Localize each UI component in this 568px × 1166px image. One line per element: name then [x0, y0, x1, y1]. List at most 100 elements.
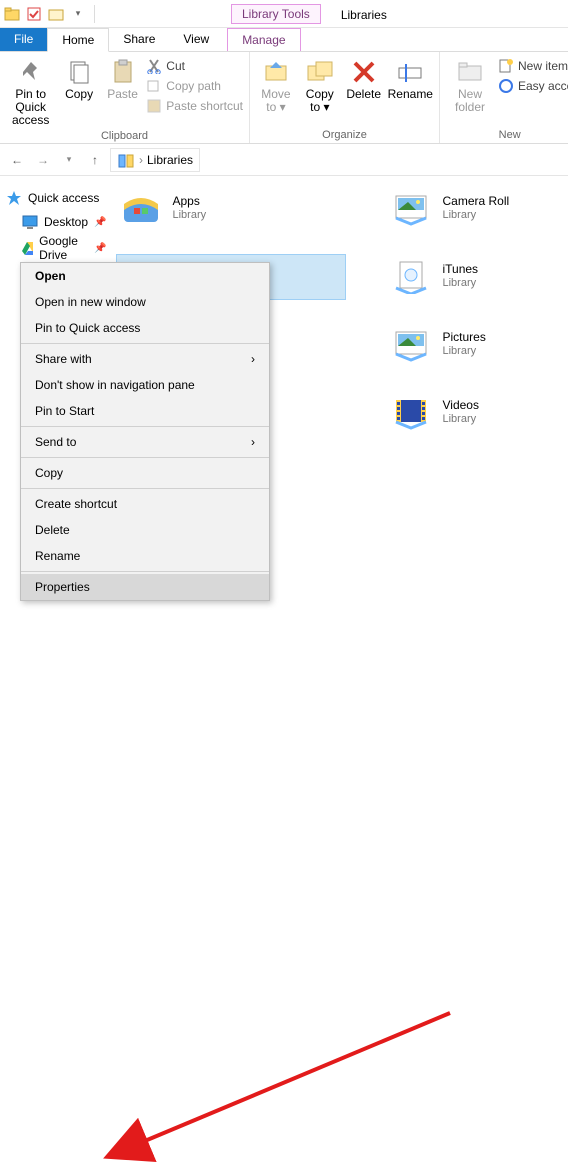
- copy-to-icon: [306, 58, 334, 86]
- easy-access-button[interactable]: Easy acce: [498, 78, 568, 94]
- rename-button[interactable]: Rename: [388, 54, 433, 101]
- video-icon: [390, 394, 432, 430]
- move-to-icon: [262, 58, 290, 86]
- rename-icon: [396, 58, 424, 86]
- paste-shortcut-button[interactable]: Paste shortcut: [146, 98, 243, 114]
- menu-separator: [21, 426, 269, 427]
- new-folder-button[interactable]: New folder: [446, 54, 494, 114]
- item-pictures[interactable]: PicturesLibrary: [386, 322, 568, 366]
- separator: [94, 5, 95, 23]
- recent-dropdown[interactable]: ▾: [58, 149, 80, 171]
- sidebar-item-label: Google Drive: [39, 234, 88, 262]
- rename-label: Rename: [388, 88, 433, 101]
- copy-to-button[interactable]: Copy to ▾: [300, 54, 340, 114]
- crumb-text: Libraries: [147, 153, 193, 167]
- address-bar[interactable]: › Libraries: [110, 148, 200, 172]
- nav-bar: ← → ▾ ↑ › Libraries: [0, 144, 568, 176]
- menu-pin-quick-access[interactable]: Pin to Quick access: [21, 315, 269, 341]
- item-name: Camera Roll: [442, 194, 509, 208]
- copy-to-label: Copy to ▾: [306, 88, 334, 114]
- apps-icon: [120, 190, 162, 226]
- new-item-icon: [498, 58, 514, 74]
- cut-button[interactable]: Cut: [146, 58, 243, 74]
- menu-dont-show-nav[interactable]: Don't show in navigation pane: [21, 372, 269, 398]
- contextual-tab-area: Library Tools Libraries: [231, 4, 395, 24]
- copy-button[interactable]: Copy: [59, 54, 98, 101]
- paste-label: Paste: [107, 88, 138, 101]
- new-folder-qat-icon[interactable]: [48, 6, 64, 22]
- item-camera-roll[interactable]: Camera RollLibrary: [386, 186, 568, 230]
- item-name: iTunes: [442, 262, 478, 276]
- quick-access-toolbar: ▾: [4, 5, 97, 23]
- copy-path-label: Copy path: [166, 79, 221, 93]
- quick-access-label: Quick access: [28, 191, 99, 205]
- copy-path-button[interactable]: Copy path: [146, 78, 243, 94]
- cut-icon: [146, 58, 162, 74]
- menu-delete[interactable]: Delete: [21, 517, 269, 543]
- clipboard-group-label: Clipboard: [6, 128, 243, 144]
- tab-home[interactable]: Home: [47, 28, 109, 52]
- group-organize: Move to ▾ Copy to ▾ Delete Rename Organi…: [250, 52, 440, 143]
- menu-separator: [21, 488, 269, 489]
- sidebar-item-google-drive[interactable]: Google Drive 📌: [6, 232, 106, 264]
- column-2: Camera RollLibrary iTunesLibrary Picture…: [386, 186, 568, 434]
- pin-icon: 📌: [94, 243, 106, 254]
- menu-copy[interactable]: Copy: [21, 460, 269, 486]
- menu-open[interactable]: Open: [21, 263, 269, 289]
- group-clipboard: Pin to Quick access Copy Paste Cut Copy …: [0, 52, 250, 143]
- window-title: Libraries: [333, 6, 395, 24]
- sidebar-quick-access[interactable]: Quick access: [6, 190, 106, 206]
- delete-label: Delete: [346, 88, 381, 101]
- menu-create-shortcut[interactable]: Create shortcut: [21, 491, 269, 517]
- tab-view[interactable]: View: [169, 28, 223, 51]
- menu-pin-start[interactable]: Pin to Start: [21, 398, 269, 424]
- photo-icon: [390, 190, 432, 226]
- copy-label: Copy: [65, 88, 93, 101]
- contextual-tab-label: Library Tools: [231, 4, 321, 24]
- easy-access-icon: [498, 78, 514, 94]
- menu-properties[interactable]: Properties: [21, 574, 269, 600]
- paste-button[interactable]: Paste: [103, 54, 142, 101]
- chevron-right-icon: ›: [251, 352, 255, 366]
- paste-shortcut-icon: [146, 98, 162, 114]
- sidebar-item-desktop[interactable]: Desktop 📌: [6, 212, 106, 232]
- copy-icon: [65, 58, 93, 86]
- folder-icon[interactable]: [4, 6, 20, 22]
- forward-button[interactable]: →: [32, 149, 54, 171]
- context-menu: Open Open in new window Pin to Quick acc…: [20, 262, 270, 601]
- up-button[interactable]: ↑: [84, 149, 106, 171]
- new-item-label: New item: [518, 59, 568, 73]
- item-apps[interactable]: AppsLibrary: [116, 186, 346, 230]
- annotation-arrow: [0, 583, 568, 1166]
- pin-label: Pin to Quick access: [6, 88, 55, 128]
- menu-separator: [21, 571, 269, 572]
- group-new: New folder New item Easy acce New: [440, 52, 568, 143]
- back-button[interactable]: ←: [6, 149, 28, 171]
- item-itunes[interactable]: iTunesLibrary: [386, 254, 568, 298]
- menu-share-with[interactable]: Share with›: [21, 346, 269, 372]
- delete-button[interactable]: Delete: [344, 54, 384, 101]
- menu-rename[interactable]: Rename: [21, 543, 269, 569]
- item-sub: Library: [442, 345, 485, 358]
- qat-dropdown-icon[interactable]: ▾: [70, 6, 86, 22]
- gdrive-icon: [22, 240, 33, 256]
- menu-send-to[interactable]: Send to›: [21, 429, 269, 455]
- menu-open-new-window[interactable]: Open in new window: [21, 289, 269, 315]
- tab-manage[interactable]: Manage: [227, 28, 300, 51]
- check-icon[interactable]: [26, 6, 42, 22]
- paste-shortcut-label: Paste shortcut: [166, 99, 243, 113]
- item-name: Pictures: [442, 330, 485, 344]
- desktop-icon: [22, 214, 38, 230]
- item-sub: Library: [172, 209, 206, 222]
- delete-icon: [350, 58, 378, 86]
- pin-to-quick-access-button[interactable]: Pin to Quick access: [6, 54, 55, 128]
- new-item-button[interactable]: New item: [498, 58, 568, 74]
- move-to-button[interactable]: Move to ▾: [256, 54, 296, 114]
- new-folder-icon: [456, 58, 484, 86]
- item-sub: Library: [442, 277, 478, 290]
- item-videos[interactable]: VideosLibrary: [386, 390, 568, 434]
- tab-share[interactable]: Share: [109, 28, 169, 51]
- itunes-icon: [390, 258, 432, 294]
- tab-file[interactable]: File: [0, 28, 47, 51]
- libraries-icon: [117, 151, 135, 169]
